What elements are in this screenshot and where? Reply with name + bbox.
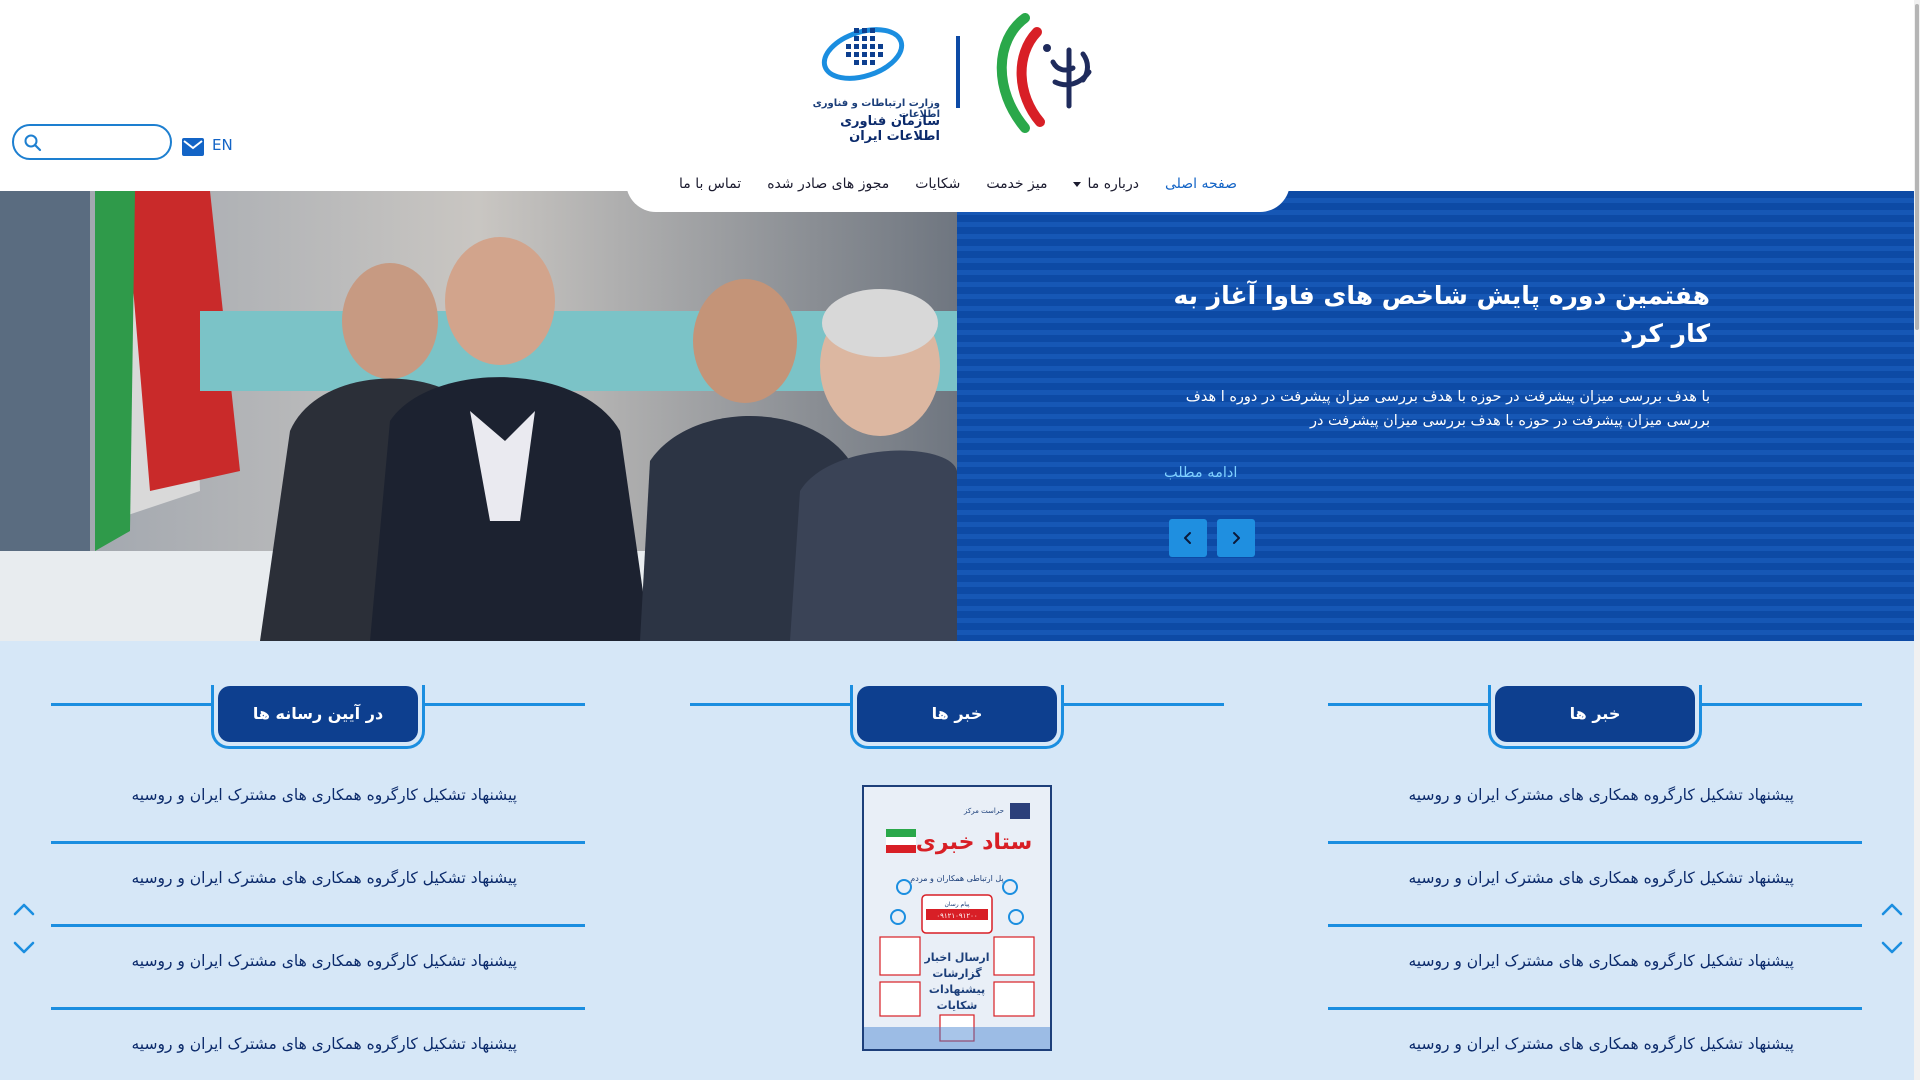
- nav-item-about[interactable]: درباره ما: [1060, 176, 1151, 192]
- mail-icon[interactable]: [182, 138, 204, 156]
- list-item-title: پیشنهاد تشکیل کارگروه همکاری های مشترک ا…: [1408, 869, 1794, 887]
- content-section: در آیین رسانه ها پیشنهاد تشکیل کارگروه ه…: [0, 641, 1920, 1080]
- list-item-title: پیشنهاد تشکیل کارگروه همکاری های مشترک ا…: [131, 952, 517, 970]
- production-logo-icon: [996, 13, 1092, 133]
- site-header: وزارت ارتباطات و فناوری اطلاعات سازمان ف…: [0, 0, 1920, 212]
- logo-divider: [956, 36, 960, 108]
- poster-line: گزارشات: [932, 967, 982, 980]
- scrollbar-thumb[interactable]: [1915, 4, 1919, 330]
- media-column-title[interactable]: در آیین رسانه ها: [218, 686, 418, 742]
- chevron-left-icon: [1184, 532, 1191, 544]
- caret-down-icon: [1073, 181, 1082, 187]
- hero-slider: هفتمین دوره پایش شاخص های فاوا آغاز به ک…: [0, 191, 1920, 641]
- nav-item-service-desk[interactable]: میز خدمت: [973, 176, 1060, 192]
- hero-text-panel: هفتمین دوره پایش شاخص های فاوا آغاز به ک…: [957, 191, 1920, 641]
- org-name-line2: سازمان فناوری اطلاعات ایران: [840, 114, 940, 144]
- list-item[interactable]: پیشنهاد تشکیل کارگروه همکاری های مشترک ا…: [51, 1010, 585, 1080]
- chevron-right-icon: [1233, 532, 1240, 544]
- list-item-title: پیشنهاد تشکیل کارگروه همکاری های مشترک ا…: [131, 786, 517, 804]
- poster-top-text: حراست مرکز: [963, 807, 1004, 815]
- list-item[interactable]: پیشنهاد تشکیل کارگروه همکاری های مشترک ا…: [1328, 761, 1862, 844]
- page-scrollbar[interactable]: [1914, 0, 1920, 1080]
- nav-item-complaints[interactable]: شکایات: [902, 176, 973, 192]
- slider-prev-button[interactable]: [1169, 519, 1207, 557]
- poster-main-title: ستاد خبری: [916, 830, 1033, 855]
- featured-column: خبر ها حراست مرکز ستاد خبری پل ارتباطی ه…: [690, 641, 1224, 1080]
- chevron-down-icon[interactable]: [12, 940, 36, 956]
- chevron-down-icon[interactable]: [1880, 940, 1904, 956]
- production-emblem: [985, 10, 1110, 140]
- list-item-title: پیشنهاد تشکیل کارگروه همکاری های مشترک ا…: [1408, 786, 1794, 804]
- logo-group[interactable]: وزارت ارتباطات و فناوری اطلاعات سازمان ف…: [790, 10, 1110, 144]
- meeting-photo-image: [0, 191, 957, 641]
- list-item[interactable]: پیشنهاد تشکیل کارگروه همکاری های مشترک ا…: [1328, 927, 1862, 1010]
- list-item[interactable]: پیشنهاد تشکیل کارگروه همکاری های مشترک ا…: [1328, 1010, 1862, 1080]
- hero-description: با هدف بررسی میزان پیشرفت در حوزه با هدف…: [1185, 389, 1710, 429]
- list-item-title: پیشنهاد تشکیل کارگروه همکاری های مشترک ا…: [1408, 1035, 1794, 1053]
- search-box[interactable]: [12, 124, 172, 160]
- news-column: خبر ها پیشنهاد تشکیل کارگروه همکاری های …: [1328, 641, 1862, 1080]
- list-item-title: پیشنهاد تشکیل کارگروه همکاری های مشترک ا…: [131, 869, 517, 887]
- poster-phone-label: پیام رسان: [944, 901, 969, 908]
- media-column: در آیین رسانه ها پیشنهاد تشکیل کارگروه ه…: [51, 641, 585, 1080]
- nav-item-contact[interactable]: تماس با ما: [666, 176, 754, 192]
- nav-item-licenses[interactable]: مجوز های صادر شده: [754, 176, 902, 192]
- slider-next-button[interactable]: [1217, 519, 1255, 557]
- poster-phone: ۰۹۱۲۱۰۹۱۲۰۰: [936, 912, 977, 920]
- list-item[interactable]: پیشنهاد تشکیل کارگروه همکاری های مشترک ا…: [51, 927, 585, 1010]
- news-poster-image: حراست مرکز ستاد خبری پل ارتباطی همکاران …: [864, 787, 1050, 1049]
- search-input[interactable]: [50, 131, 165, 153]
- list-item-title: پیشنهاد تشکیل کارگروه همکاری های مشترک ا…: [1408, 952, 1794, 970]
- list-item-title: پیشنهاد تشکیل کارگروه همکاری های مشترک ا…: [131, 1035, 517, 1053]
- chevron-up-icon[interactable]: [1880, 901, 1904, 917]
- main-nav-list: صفحه اصلی درباره ما میز خدمت شکایات مجوز…: [666, 176, 1250, 192]
- poster-line: ارسال اخبار: [923, 951, 989, 964]
- org-logo: وزارت ارتباطات و فناوری اطلاعات سازمان ف…: [790, 22, 940, 144]
- poster-line: شکایات: [937, 999, 978, 1012]
- main-nav: صفحه اصلی درباره ما میز خدمت شکایات مجوز…: [626, 154, 1290, 212]
- poster-line: پیشنهادات: [929, 983, 985, 996]
- chevron-up-icon[interactable]: [12, 901, 36, 917]
- language-switch-link[interactable]: EN: [212, 136, 233, 154]
- featured-column-title[interactable]: خبر ها: [857, 686, 1057, 742]
- poster-subtitle: پل ارتباطی همکاران و مردم: [910, 874, 1003, 883]
- org-emblem-icon: [821, 27, 905, 81]
- list-item[interactable]: پیشنهاد تشکیل کارگروه همکاری های مشترک ا…: [51, 761, 585, 844]
- read-more-link[interactable]: ادامه مطلب: [1164, 465, 1237, 481]
- nav-item-home[interactable]: صفحه اصلی: [1152, 176, 1250, 192]
- news-list: پیشنهاد تشکیل کارگروه همکاری های مشترک ا…: [1328, 761, 1862, 1080]
- media-list: پیشنهاد تشکیل کارگروه همکاری های مشترک ا…: [51, 761, 585, 1080]
- featured-poster[interactable]: حراست مرکز ستاد خبری پل ارتباطی همکاران …: [862, 785, 1052, 1051]
- list-item[interactable]: پیشنهاد تشکیل کارگروه همکاری های مشترک ا…: [51, 844, 585, 927]
- search-icon[interactable]: [23, 133, 43, 153]
- nav-item-about-label: درباره ما: [1087, 176, 1139, 192]
- news-column-title[interactable]: خبر ها: [1495, 686, 1695, 742]
- hero-photo: [0, 191, 957, 641]
- hero-title[interactable]: هفتمین دوره پایش شاخص های فاوا آغاز به ک…: [1170, 277, 1710, 353]
- list-item[interactable]: پیشنهاد تشکیل کارگروه همکاری های مشترک ا…: [1328, 844, 1862, 927]
